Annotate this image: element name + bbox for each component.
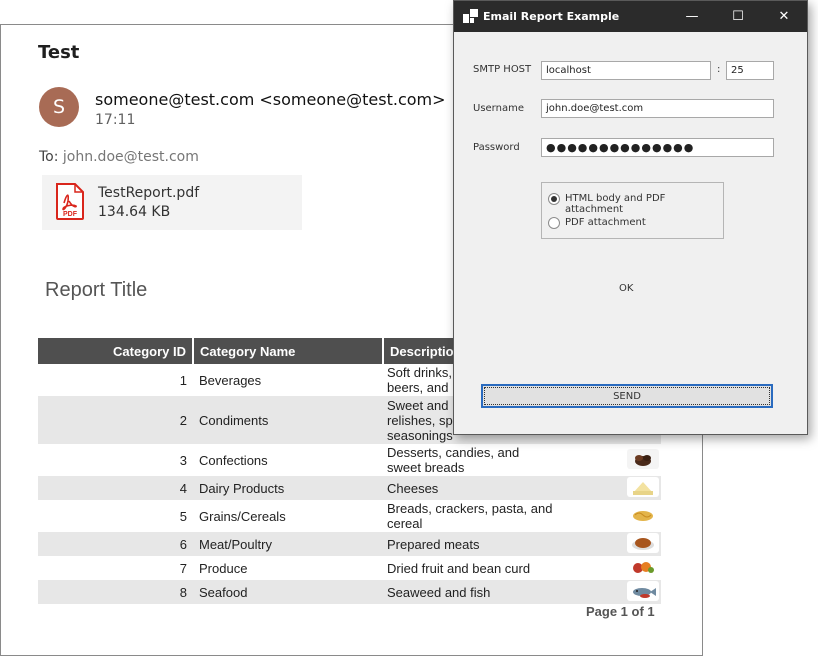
dialog-titlebar[interactable]: Email Report Example — ☐ ✕ <box>454 1 807 32</box>
close-button[interactable]: ✕ <box>761 1 807 32</box>
minimize-icon: — <box>685 9 699 24</box>
attachment-size: 134.64 KB <box>98 204 171 220</box>
cell-category-id: 8 <box>38 580 193 604</box>
avatar: S <box>39 87 79 127</box>
cell-picture <box>625 476 661 500</box>
app-window-icon <box>463 9 478 23</box>
cell-description: Desserts, candies, and sweet breads <box>383 444 625 476</box>
produce-photo-icon <box>627 556 659 577</box>
email-subject: Test <box>38 42 80 63</box>
radio-html-body-pdf-label[interactable]: HTML body and PDF attachment <box>565 193 723 215</box>
cell-category-name: Grains/Cereals <box>199 508 286 524</box>
table-row: 3 Confections Desserts, candies, and swee… <box>38 444 661 476</box>
password-label: Password <box>473 142 520 153</box>
cell-category-id: 7 <box>179 560 187 576</box>
cell-category-name: Seafood <box>193 580 383 604</box>
maximize-button[interactable]: ☐ <box>715 1 761 32</box>
cell-picture <box>625 556 661 580</box>
cell-category-name: Meat/Poultry <box>193 532 383 556</box>
cell-description: Cheeses <box>383 476 625 500</box>
to-address: john.doe@test.com <box>62 149 199 165</box>
smtp-host-input[interactable]: localhost <box>541 61 711 80</box>
cheese-photo-icon <box>627 476 659 497</box>
format-option-group: HTML body and PDF attachment PDF attachm… <box>541 182 724 239</box>
pasta-photo-icon <box>627 504 659 525</box>
cell-picture <box>625 500 661 532</box>
report-title: Report Title <box>45 279 148 301</box>
cell-category-id: 1 <box>179 372 187 388</box>
cell-category-name: Beverages <box>199 372 262 388</box>
cell-description: Dried fruit and bean curd <box>383 556 625 580</box>
table-row: 7 Produce Dried fruit and bean curd <box>38 556 661 580</box>
pdf-icon-label: PDF <box>63 211 78 218</box>
seafood-photo-icon <box>627 580 659 601</box>
cell-category-name: Produce <box>199 560 248 576</box>
table-row: 8 Seafood Seaweed and fish <box>38 580 661 604</box>
port-separator: : <box>717 64 721 75</box>
cell-category-id: 6 <box>38 532 193 556</box>
table-row: 6 Meat/Poultry Prepared meats <box>38 532 661 556</box>
cell-description: Seaweed and fish <box>383 580 625 604</box>
email-report-dialog: Email Report Example — ☐ ✕ SMTP HOST loc… <box>453 0 808 435</box>
confections-photo-icon <box>627 448 659 469</box>
cell-category-id: 4 <box>38 476 193 500</box>
radio-pdf-attachment[interactable] <box>548 217 560 229</box>
cell-category-name: Confections <box>199 452 268 468</box>
report-page-footer: Page 1 of 1 <box>586 604 655 619</box>
radio-html-body-pdf[interactable] <box>548 193 560 205</box>
email-sender: someone@test.com <someone@test.com> <box>95 90 446 109</box>
cell-description: Prepared meats <box>383 532 625 556</box>
status-text: OK <box>619 283 634 294</box>
username-input[interactable]: john.doe@test.com <box>541 99 774 118</box>
smtp-port-input[interactable]: 25 <box>726 61 774 80</box>
description-line: Prepared meats <box>387 536 480 552</box>
cell-category-name: Condiments <box>193 396 383 444</box>
table-row: 4 Dairy Products Cheeses <box>38 476 661 500</box>
cell-category-id: 2 <box>38 396 193 444</box>
radio-pdf-attachment-label[interactable]: PDF attachment <box>565 217 646 228</box>
close-icon: ✕ <box>778 9 790 24</box>
table-row: 5 Grains/Cereals Breads, crackers, pasta… <box>38 500 661 532</box>
description-line: cereal <box>387 516 423 531</box>
password-input[interactable]: ●●●●●●●●●●●●●● <box>541 138 774 157</box>
email-time: 17:11 <box>95 112 136 128</box>
cell-category-id: 5 <box>179 508 187 524</box>
description-line: Breads, crackers, pasta, and <box>387 501 553 516</box>
username-label: Username <box>473 103 524 114</box>
description-line: Seaweed and fish <box>387 584 491 600</box>
description-line: sweet breads <box>387 460 465 475</box>
cell-category-id: 3 <box>179 452 187 468</box>
cell-picture <box>625 580 661 604</box>
cell-picture <box>625 444 661 476</box>
column-header-category-name: Category Name <box>193 338 384 364</box>
maximize-icon: ☐ <box>732 9 744 24</box>
pdf-file-icon: PDF <box>56 183 84 220</box>
attachment-name: TestReport.pdf <box>98 185 200 201</box>
cell-picture <box>625 532 661 556</box>
to-label: To: <box>39 149 63 165</box>
cell-category-name: Dairy Products <box>193 476 383 500</box>
description-line: Dried fruit and bean curd <box>387 560 531 576</box>
dialog-title: Email Report Example <box>483 10 620 23</box>
attachment-card[interactable]: PDF TestReport.pdf 134.64 KB <box>42 175 302 230</box>
send-button[interactable]: SEND <box>481 384 773 408</box>
description-line: Cheeses <box>387 480 439 496</box>
cell-description: Breads, crackers, pasta, and cereal <box>383 500 625 532</box>
smtp-host-label: SMTP HOST <box>473 64 532 75</box>
minimize-button[interactable]: — <box>669 1 715 32</box>
radio-selected-dot <box>551 196 557 202</box>
description-line: Desserts, candies, and <box>387 445 520 460</box>
email-recipient: To: john.doe@test.com <box>39 149 199 165</box>
meat-photo-icon <box>627 532 659 553</box>
column-header-category-id: Category ID <box>38 338 194 364</box>
